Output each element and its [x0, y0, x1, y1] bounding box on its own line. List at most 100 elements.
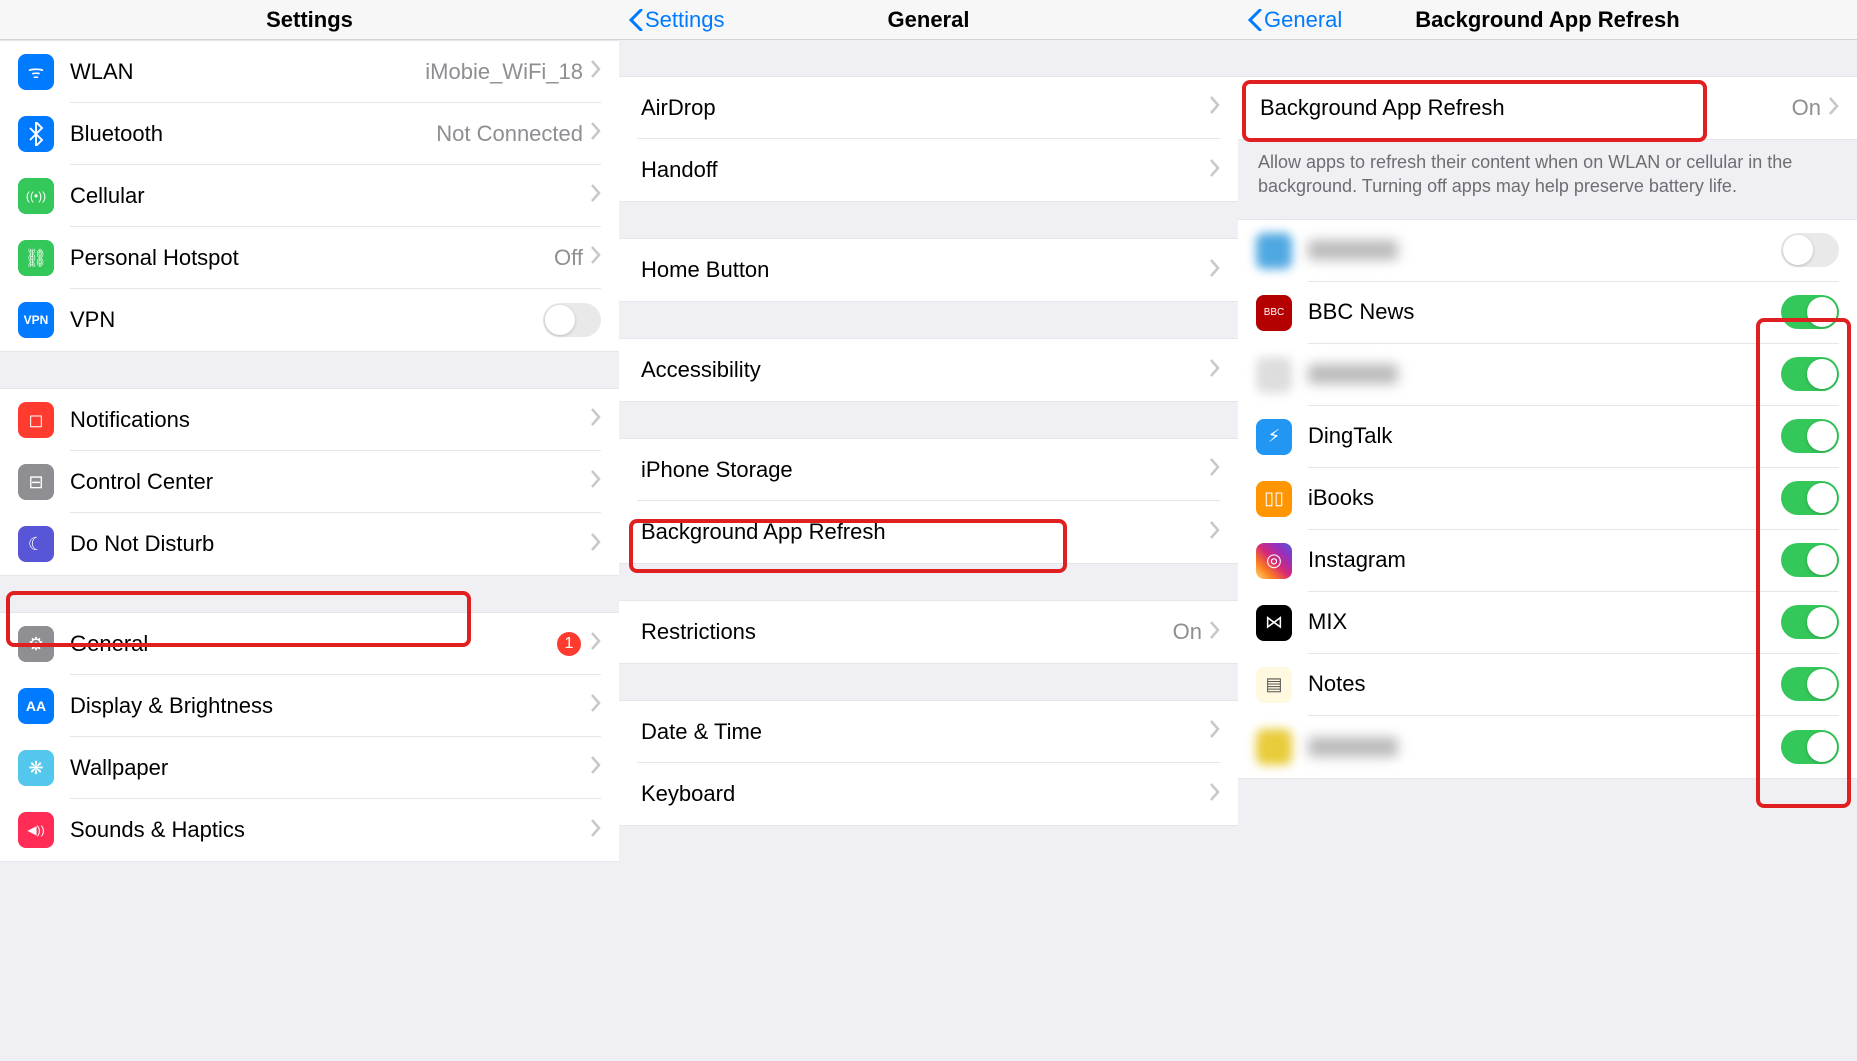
chevron-right-icon [591, 122, 601, 145]
row-label: Keyboard [637, 781, 1210, 807]
row-label: Personal Hotspot [70, 245, 554, 271]
app-icon: ◎ [1256, 543, 1292, 579]
app-row[interactable]: ◎ Instagram [1238, 530, 1857, 592]
app-row[interactable]: ▤ Notes [1238, 654, 1857, 716]
row-label: WLAN [70, 59, 425, 85]
app-toggle[interactable] [1781, 357, 1839, 391]
app-toggle[interactable] [1781, 419, 1839, 453]
settings-wlan[interactable]: ᯤ WLAN iMobie_WiFi_18 [0, 41, 619, 103]
app-toggle[interactable] [1781, 605, 1839, 639]
settings-list[interactable]: ᯤ WLAN iMobie_WiFi_18 Bluetooth Not Conn… [0, 40, 619, 1061]
app-row[interactable]: ▯▯iBooks [1238, 468, 1857, 530]
row-label: Accessibility [637, 357, 1210, 383]
bar-pane: General Background App Refresh Backgroun… [1238, 0, 1857, 1061]
row-label: Cellular [70, 183, 591, 209]
settings-control-center[interactable]: ⊟ Control Center [0, 451, 619, 513]
settings-general[interactable]: ⚙︎ General 1 [0, 613, 619, 675]
navbar-general: Settings General [619, 0, 1238, 40]
app-toggle[interactable] [1781, 667, 1839, 701]
settings-bluetooth[interactable]: Bluetooth Not Connected [0, 103, 619, 165]
row-value: iMobie_WiFi_18 [425, 59, 583, 85]
chevron-right-icon [591, 632, 601, 655]
chevron-right-icon [591, 533, 601, 556]
settings-notifications[interactable]: ◻︎ Notifications [0, 389, 619, 451]
app-label [1308, 737, 1398, 757]
row-label: Date & Time [637, 719, 1210, 745]
bluetooth-icon [18, 116, 54, 152]
app-row[interactable]: BBCBBC News [1238, 282, 1857, 344]
general-airdrop[interactable]: AirDrop [619, 77, 1238, 139]
sounds-icon: ◀︎)) [18, 812, 54, 848]
general-handoff[interactable]: Handoff [619, 139, 1238, 201]
app-toggle[interactable] [1781, 233, 1839, 267]
row-label: Home Button [637, 257, 1210, 283]
general-pane: Settings General AirDrop Handoff Home Bu… [619, 0, 1238, 1061]
app-row[interactable]: ⋈MIX [1238, 592, 1857, 654]
back-label: Settings [645, 7, 725, 33]
general-restrictions[interactable]: Restrictions On [619, 601, 1238, 663]
app-label: Notes [1308, 671, 1545, 697]
app-label [1308, 364, 1398, 384]
app-toggle[interactable] [1781, 543, 1839, 577]
settings-sounds[interactable]: ◀︎)) Sounds & Haptics [0, 799, 619, 861]
app-row[interactable] [1238, 716, 1857, 778]
bar-list[interactable]: Background App Refresh On Allow apps to … [1238, 40, 1857, 1061]
settings-wallpaper[interactable]: ❋ Wallpaper [0, 737, 619, 799]
app-row[interactable] [1238, 220, 1857, 282]
settings-vpn[interactable]: VPN VPN [0, 289, 619, 351]
app-label: iBooks [1308, 485, 1545, 511]
chevron-right-icon [1210, 359, 1220, 382]
dnd-icon: ☾ [18, 526, 54, 562]
app-toggle[interactable] [1781, 295, 1839, 329]
app-label [1308, 240, 1398, 260]
general-accessibility[interactable]: Accessibility [619, 339, 1238, 401]
chevron-right-icon [591, 756, 601, 779]
general-home-button[interactable]: Home Button [619, 239, 1238, 301]
row-value: On [1173, 619, 1202, 645]
chevron-right-icon [1829, 97, 1839, 120]
bar-master-setting[interactable]: Background App Refresh On [1238, 77, 1857, 139]
settings-dnd[interactable]: ☾ Do Not Disturb [0, 513, 619, 575]
app-icon: ▤ [1256, 667, 1292, 703]
general-icon: ⚙︎ [18, 626, 54, 662]
notifications-icon: ◻︎ [18, 402, 54, 438]
vpn-icon: VPN [18, 302, 54, 338]
app-label: Instagram [1308, 547, 1545, 573]
app-icon [1256, 729, 1292, 765]
app-toggle[interactable] [1781, 730, 1839, 764]
row-label: Control Center [70, 469, 591, 495]
row-label: Notifications [70, 407, 591, 433]
app-row[interactable] [1238, 344, 1857, 406]
app-row[interactable]: ⚡︎DingTalk [1238, 406, 1857, 468]
general-background-app-refresh[interactable]: Background App Refresh [619, 501, 1238, 563]
settings-cellular[interactable]: ((•)) Cellular [0, 165, 619, 227]
general-keyboard[interactable]: Keyboard [619, 763, 1238, 825]
row-label: Wallpaper [70, 755, 591, 781]
row-label: Restrictions [637, 619, 1173, 645]
general-list[interactable]: AirDrop Handoff Home Button Accessibilit… [619, 40, 1238, 1061]
row-label: AirDrop [637, 95, 1210, 121]
back-to-settings[interactable]: Settings [629, 7, 725, 33]
row-label: iPhone Storage [637, 457, 1210, 483]
hotspot-icon: ⛓ [18, 240, 54, 276]
row-label: VPN [70, 307, 543, 333]
settings-display[interactable]: AA Display & Brightness [0, 675, 619, 737]
chevron-right-icon [591, 408, 601, 431]
nav-title: Background App Refresh [1415, 7, 1679, 33]
app-icon [1256, 357, 1292, 393]
general-badge: 1 [557, 632, 581, 656]
general-iphone-storage[interactable]: iPhone Storage [619, 439, 1238, 501]
row-label: Do Not Disturb [70, 531, 591, 557]
chevron-right-icon [591, 246, 601, 269]
app-toggle[interactable] [1781, 481, 1839, 515]
general-date-time[interactable]: Date & Time [619, 701, 1238, 763]
row-label: Display & Brightness [70, 693, 591, 719]
row-label: General [70, 631, 557, 657]
nav-title: General [888, 7, 970, 33]
chevron-right-icon [1210, 159, 1220, 182]
chevron-right-icon [591, 184, 601, 207]
back-to-general[interactable]: General [1248, 7, 1342, 33]
vpn-toggle[interactable] [543, 303, 601, 337]
chevron-right-icon [591, 819, 601, 842]
settings-hotspot[interactable]: ⛓ Personal Hotspot Off [0, 227, 619, 289]
